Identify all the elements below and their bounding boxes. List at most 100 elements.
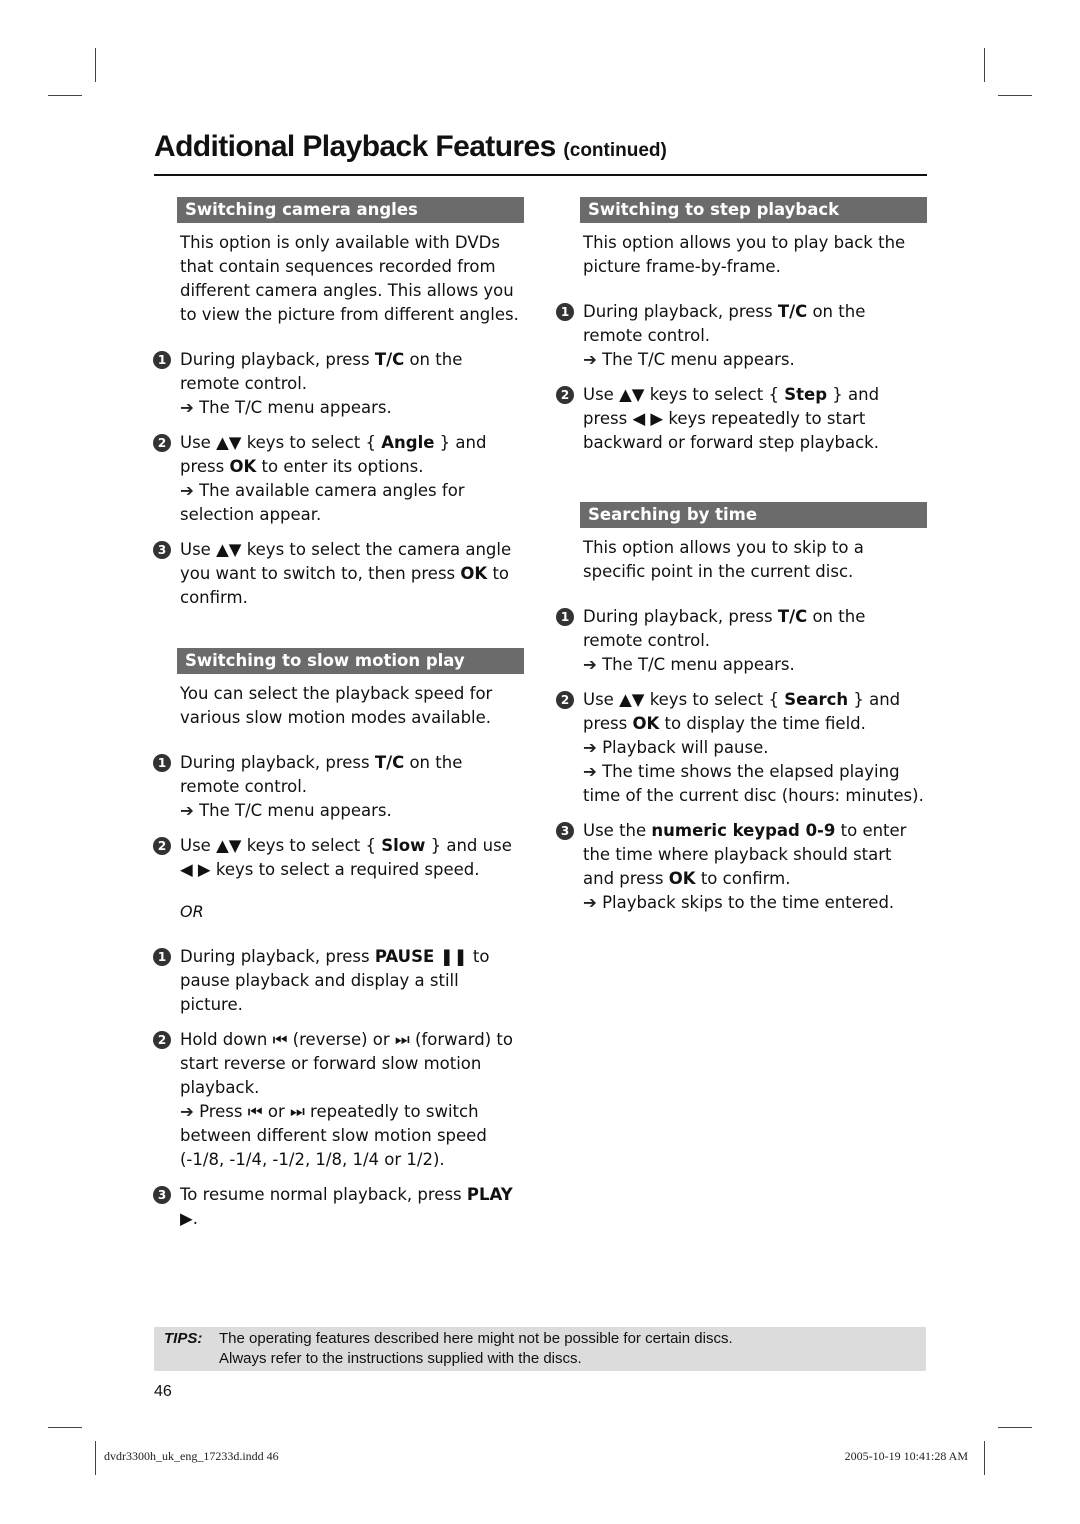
step-result: ➔ Playback skips to the time entered. [583, 891, 927, 915]
key-label: T/C [374, 753, 405, 772]
section-camera-angles: Switching camera angles This option is on… [153, 197, 524, 610]
step-number-icon: 2 [153, 1031, 171, 1049]
instruction-step: 1 During playback, press T/C on the remot… [556, 300, 927, 372]
tips-label: TIPS: [164, 1330, 203, 1347]
arrow-icon: ➔ [583, 893, 603, 912]
crop-mark [998, 95, 1032, 96]
instruction-step: 1 During playback, press T/C on the remot… [153, 751, 524, 823]
step-number-icon: 2 [556, 691, 574, 709]
instruction-step: 2 Use ▲▼ keys to select { Slow } and use … [153, 834, 524, 882]
step-number-icon: 3 [153, 541, 171, 559]
result-text: The T/C menu appears. [602, 655, 795, 674]
right-column: Switching to step playback This option al… [556, 197, 927, 926]
key-label: Angle [381, 433, 435, 452]
key-label: T/C [777, 607, 808, 626]
step-text: During playback, press [583, 607, 778, 626]
result-text: The available camera angles for selectio… [180, 481, 465, 524]
step-text: . [192, 1209, 198, 1228]
key-label: Search [784, 690, 849, 709]
tips-box: TIPS: The operating features described h… [154, 1327, 926, 1371]
arrow-icon: ➔ [583, 655, 603, 674]
result-text: The T/C menu appears. [602, 350, 795, 369]
crop-mark [984, 48, 985, 82]
arrow-icon: ➔ [180, 481, 200, 500]
instruction-step: 3 Use ▲▼ keys to select the camera angle … [153, 538, 524, 610]
crop-mark [48, 95, 82, 96]
step-text: During playback, press [180, 753, 375, 772]
result-text: The time shows the elapsed playing time … [583, 762, 924, 805]
step-text: Use ▲▼ keys to select { [180, 433, 382, 452]
title-rule [154, 174, 927, 176]
result-text: Playback will pause. [602, 738, 769, 757]
key-label: Step [784, 385, 828, 404]
section-step-playback: Switching to step playback This option al… [556, 197, 927, 455]
section-heading: Switching camera angles [177, 197, 524, 223]
step-text: to confirm. [695, 869, 791, 888]
key-label: T/C [374, 350, 405, 369]
page-title-text: Additional Playback Features [154, 130, 556, 163]
crop-mark [998, 1427, 1032, 1428]
step-text: To resume normal playback, press [180, 1185, 467, 1204]
key-label: T/C [777, 302, 808, 321]
key-label: OK [460, 564, 488, 583]
step-number-icon: 2 [153, 434, 171, 452]
or-separator: OR [180, 902, 204, 921]
step-result: ➔ The T/C menu appears. [180, 396, 524, 420]
key-label: OK [229, 457, 257, 476]
key-label: OK [632, 714, 660, 733]
step-result: ➔ The time shows the elapsed playing tim… [583, 760, 927, 808]
slug-timestamp: 2005-10-19 10:41:28 AM [844, 1449, 968, 1463]
instruction-step: 2 Use ▲▼ keys to select { Step } and pres… [556, 383, 927, 455]
arrow-icon: ➔ [583, 762, 603, 781]
key-label: numeric keypad 0-9 [651, 821, 836, 840]
step-result: ➔ The T/C menu appears. [583, 348, 927, 372]
section-slow-motion: Switching to slow motion play You can sel… [153, 648, 524, 1231]
section-search-by-time: Searching by time This option allows you … [556, 502, 927, 915]
step-text: Use ▲▼ keys to select { [583, 385, 785, 404]
instruction-step: 3 Use the numeric keypad 0-9 to enter the… [556, 819, 927, 915]
section-intro: This option allows you to play back the … [583, 233, 906, 276]
crop-mark [95, 48, 96, 82]
section-intro: This option allows you to skip to a spec… [583, 538, 864, 581]
step-text: Use the [583, 821, 652, 840]
page-number: 46 [154, 1383, 172, 1400]
section-heading: Searching by time [580, 502, 927, 528]
step-number-icon: 2 [153, 837, 171, 855]
result-text: The T/C menu appears. [199, 801, 392, 820]
step-text: Use ▲▼ keys to select { [180, 836, 382, 855]
step-number-icon: 1 [153, 948, 171, 966]
section-intro: You can select the playback speed for va… [180, 684, 493, 727]
key-label: Slow [381, 836, 426, 855]
page-title: Additional Playback Features (continued) [154, 130, 667, 164]
instruction-step: 1 During playback, press T/C on the remot… [153, 348, 524, 420]
step-text: During playback, press [583, 302, 778, 321]
arrow-icon: ➔ [180, 398, 200, 417]
section-heading: Switching to step playback [580, 197, 927, 223]
step-result: ➔ Press ⏮ or ⏭ repeatedly to switch betw… [180, 1100, 524, 1172]
step-number-icon: 3 [556, 822, 574, 840]
step-result: ➔ Playback will pause. [583, 736, 927, 760]
instruction-step: 2 Use ▲▼ keys to select { Angle } and pre… [153, 431, 524, 527]
instruction-step: 1 During playback, press PAUSE ❚❚ to paus… [153, 945, 524, 1017]
instruction-step: 2 Hold down ⏮ (reverse) or ⏭ (forward) to… [153, 1028, 524, 1172]
crop-mark [48, 1427, 82, 1428]
left-column: Switching camera angles This option is on… [153, 197, 524, 1242]
step-text: During playback, press [180, 350, 375, 369]
step-result: ➔ The T/C menu appears. [583, 653, 927, 677]
arrow-icon: ➔ [180, 801, 200, 820]
key-label: OK [668, 869, 696, 888]
page-title-suffix: (continued) [563, 140, 667, 161]
key-label: PAUSE ❚❚ [374, 947, 468, 966]
crop-mark [984, 1441, 985, 1475]
step-number-icon: 1 [153, 351, 171, 369]
instruction-step: 1 During playback, press T/C on the remot… [556, 605, 927, 677]
result-text: Playback skips to the time entered. [602, 893, 895, 912]
step-text: to display the time field. [659, 714, 866, 733]
step-text: to enter its options. [256, 457, 424, 476]
step-text: Use ▲▼ keys to select { [583, 690, 785, 709]
step-result: ➔ The available camera angles for select… [180, 479, 524, 527]
instruction-step: 2 Use ▲▼ keys to select { Search } and pr… [556, 688, 927, 808]
result-text: Press ⏮ or ⏭ repeatedly to switch betwee… [180, 1102, 487, 1169]
section-heading: Switching to slow motion play [177, 648, 524, 674]
step-number-icon: 3 [153, 1186, 171, 1204]
